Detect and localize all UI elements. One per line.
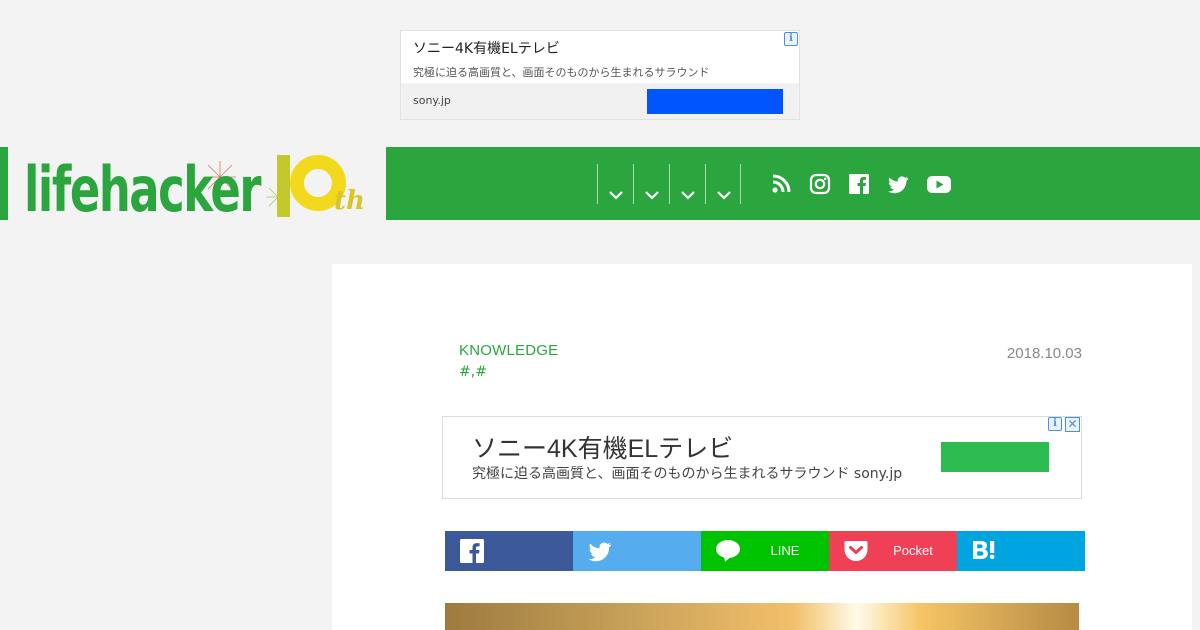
info-icon[interactable]: i [784, 32, 798, 46]
brand-bar [0, 147, 8, 220]
ad-description: 究極に迫る高画質と、画面そのものから生まれるサラウンド [413, 66, 710, 79]
nav-dropdown-2[interactable] [633, 164, 669, 204]
hatena-bookmark-icon [973, 541, 995, 560]
nav-dropdown-1[interactable] [597, 164, 633, 204]
share-pocket-button[interactable]: Pocket [829, 531, 957, 571]
instagram-icon[interactable] [809, 173, 831, 195]
youtube-icon[interactable] [926, 173, 952, 195]
top-ad-banner[interactable]: ソニー4K有機ELテレビ 究極に迫る高画質と、画面そのものから生まれるサラウンド… [400, 30, 800, 120]
share-line-label: LINE [770, 543, 800, 558]
facebook-icon [460, 539, 484, 563]
twitter-icon[interactable] [887, 173, 909, 195]
ad-title[interactable]: ソニー4K有機ELテレビ [413, 38, 560, 58]
ad-description-text: 究極に迫る高画質と、画面そのものから生まれるサラウンド [472, 466, 850, 482]
twitter-icon [588, 542, 612, 562]
share-twitter-button[interactable] [573, 531, 701, 571]
share-pocket-label: Pocket [893, 543, 933, 558]
share-facebook-button[interactable] [445, 531, 573, 571]
site-logo[interactable]: lifehacker th [20, 147, 380, 220]
rss-icon[interactable] [770, 173, 792, 195]
article-card: KNOWLEDGE #,# 2018.10.03 ソニー4K有機ELテレビ 究極… [332, 264, 1192, 630]
share-hatena-button[interactable] [957, 531, 1085, 571]
share-bar: LINE Pocket [445, 531, 1085, 571]
nav-dropdown-4[interactable] [705, 164, 741, 204]
close-icon[interactable]: ✕ [1065, 417, 1080, 432]
nav-dropdown-3[interactable] [669, 164, 705, 204]
ad-title[interactable]: ソニー4K有機ELテレビ [472, 429, 733, 465]
ad-domain: sony.jp [413, 94, 451, 107]
chevron-down-icon [681, 191, 695, 200]
ad-cta-button[interactable] [647, 89, 783, 114]
info-icon[interactable]: i [1048, 417, 1062, 431]
share-line-button[interactable]: LINE [701, 531, 829, 571]
ad-description: 究極に迫る高画質と、画面そのものから生まれるサラウンド sony.jp [472, 463, 902, 483]
chevron-down-icon [717, 191, 731, 200]
chevron-down-icon [645, 191, 659, 200]
chevron-down-icon [609, 191, 623, 200]
article-category[interactable]: KNOWLEDGE [459, 342, 558, 359]
ad-footer: sony.jp [401, 83, 799, 119]
tag-link[interactable]: # [459, 364, 471, 380]
facebook-icon[interactable] [848, 173, 870, 195]
article-hero-image [445, 603, 1079, 630]
main-nav [386, 147, 1200, 220]
article-tags: #,# [459, 364, 487, 380]
inline-ad-banner[interactable]: ソニー4K有機ELテレビ 究極に迫る高画質と、画面そのものから生まれるサラウンド… [442, 416, 1082, 499]
tag-link[interactable]: # [475, 364, 487, 380]
logo-text: lifehacker [24, 153, 262, 220]
ad-domain: sony.jp [853, 466, 903, 482]
article-date: 2018.10.03 [1006, 345, 1082, 362]
logo-suffix: th [334, 186, 365, 216]
ad-cta-button[interactable] [941, 442, 1049, 472]
